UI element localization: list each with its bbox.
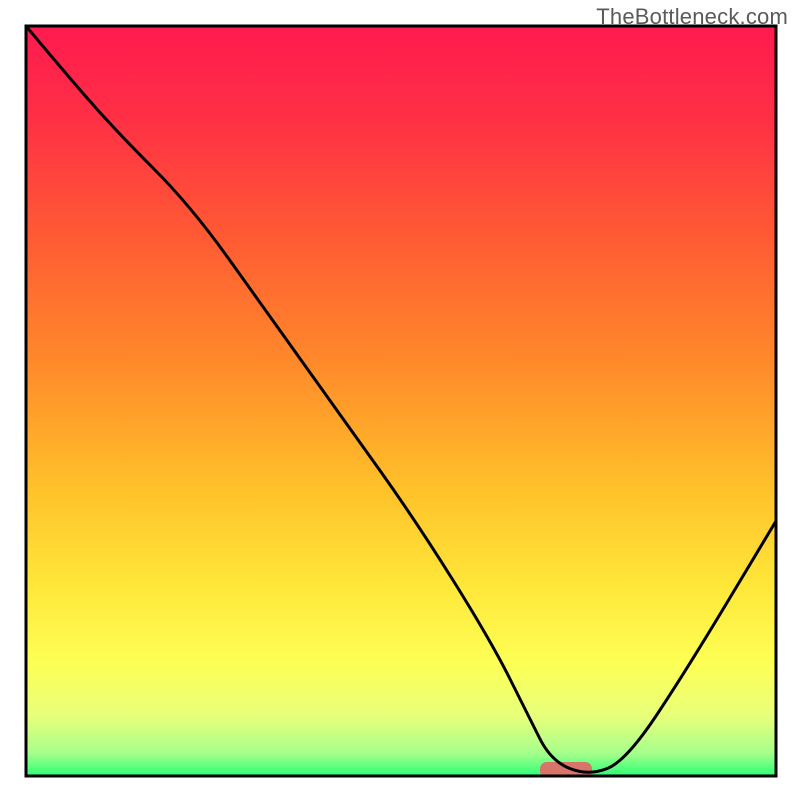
plot-area (26, 26, 776, 778)
gradient-background (26, 26, 776, 776)
watermark-text: TheBottleneck.com (596, 4, 788, 30)
bottleneck-chart (0, 0, 800, 800)
